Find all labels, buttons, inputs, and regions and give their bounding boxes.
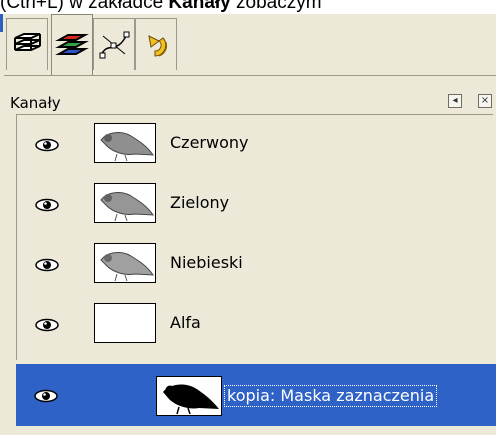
channels-tab[interactable] bbox=[51, 14, 93, 76]
paths-tab[interactable] bbox=[93, 18, 135, 70]
channel-list: Czerwony Zielony Niebieski Alfa bbox=[16, 114, 493, 360]
channels-icon bbox=[55, 33, 89, 55]
tutorial-caption: (Ctrl+L) w zakładce Kanały zobaczym bbox=[0, 0, 496, 14]
layers-icon bbox=[14, 32, 41, 51]
channel-row-red[interactable]: Czerwony bbox=[17, 123, 493, 183]
panel-menu-button[interactable]: ◂ bbox=[448, 94, 462, 108]
layers-tab[interactable] bbox=[6, 18, 48, 70]
undo-icon bbox=[148, 34, 168, 57]
channel-name[interactable]: Czerwony bbox=[170, 133, 248, 152]
caption-text: (Ctrl+L) w zakładce bbox=[0, 0, 169, 13]
panel-title: Kanały bbox=[10, 94, 61, 112]
eye-icon[interactable] bbox=[35, 137, 59, 153]
channel-thumbnail bbox=[94, 123, 156, 163]
panel-header: Kanały ◂ × bbox=[4, 90, 496, 116]
channel-thumbnail bbox=[94, 183, 156, 223]
channel-row-green[interactable]: Zielony bbox=[17, 183, 493, 243]
channel-name[interactable]: Alfa bbox=[170, 313, 201, 332]
eye-icon[interactable] bbox=[35, 197, 59, 213]
dock-tabs bbox=[4, 14, 496, 76]
undo-history-tab[interactable] bbox=[135, 18, 177, 70]
channel-row-blue[interactable]: Niebieski bbox=[17, 243, 493, 303]
eye-icon[interactable] bbox=[35, 257, 59, 273]
left-edge-accent bbox=[0, 14, 3, 32]
selected-channel-row[interactable]: kopia: Maska zaznaczenia bbox=[16, 364, 496, 426]
channel-thumbnail bbox=[94, 303, 156, 343]
sparrow-thumbnail-icon bbox=[100, 132, 154, 162]
sparrow-thumbnail-icon bbox=[100, 252, 154, 282]
sparrow-thumbnail-icon bbox=[100, 192, 154, 222]
caption-text-end: zobaczym bbox=[230, 0, 322, 13]
selected-channel-name[interactable]: kopia: Maska zaznaczenia bbox=[224, 385, 438, 407]
channel-row-alpha[interactable]: Alfa bbox=[17, 303, 493, 363]
eye-icon[interactable] bbox=[34, 388, 58, 404]
sparrow-mask-icon bbox=[157, 377, 221, 415]
channel-name[interactable]: Zielony bbox=[170, 193, 229, 212]
channel-name[interactable]: Niebieski bbox=[170, 253, 243, 272]
eye-icon[interactable] bbox=[35, 317, 59, 333]
paths-icon bbox=[99, 31, 130, 58]
panel-close-button[interactable]: × bbox=[478, 94, 492, 108]
tabs-divider bbox=[4, 75, 496, 76]
mask-thumbnail bbox=[156, 376, 222, 416]
caption-bold-text: Kanały bbox=[168, 0, 231, 13]
channel-thumbnail bbox=[94, 243, 156, 283]
